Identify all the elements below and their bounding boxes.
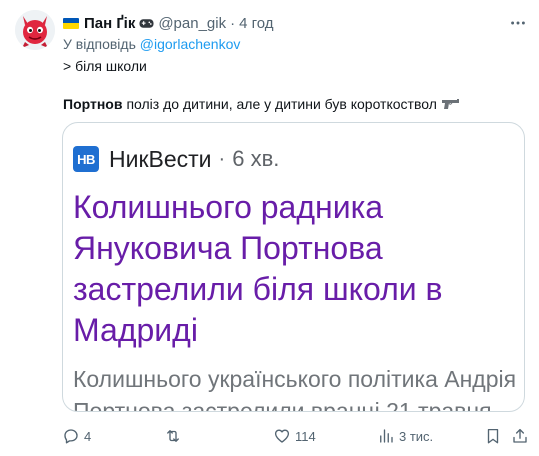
reply-prefix: У відповідь — [63, 36, 136, 52]
heart-icon — [274, 429, 290, 443]
share-icon — [513, 428, 527, 443]
tweet-timestamp[interactable]: 4 год — [239, 15, 273, 32]
views-chart-icon — [380, 429, 393, 443]
link-preview-card[interactable]: НВ НикВести · 6 хв. Колишнього радника Я… — [62, 122, 525, 412]
like-button[interactable]: 114 — [273, 424, 316, 448]
card-source-name: НикВести — [109, 145, 212, 172]
more-options-button[interactable] — [508, 13, 528, 33]
tweet-header: Пан Ґік @pan_gik · 4 год — [63, 13, 274, 33]
reply-button[interactable]: 4 — [62, 424, 91, 448]
header-separator: · — [230, 14, 236, 32]
more-dots-icon — [511, 21, 525, 25]
author-name[interactable]: Пан Ґік — [84, 15, 135, 32]
nv-logo-icon: НВ — [73, 146, 99, 172]
reply-icon — [64, 429, 78, 444]
bookmark-button[interactable] — [484, 424, 502, 448]
bookmark-icon — [487, 428, 499, 444]
views-button[interactable]: 3 тис. — [377, 424, 433, 448]
card-headline[interactable]: Колишнього радника Януковича Портнова за… — [73, 187, 523, 351]
retweet-button[interactable] — [164, 424, 186, 448]
reply-context: У відповідь @igorlachenkov — [63, 36, 240, 52]
share-button[interactable] — [511, 424, 529, 448]
like-count: 114 — [295, 428, 316, 444]
tweet-text: Портнов поліз до дитини, але у дитини бу… — [63, 96, 461, 112]
author-handle[interactable]: @pan_gik — [158, 15, 226, 32]
tweet-text-body: поліз до дитини, але у дитини був коротк… — [126, 96, 437, 112]
gamepad-icon — [139, 18, 154, 28]
retweet-icon — [167, 430, 179, 442]
tweet-text-bold: Портнов — [63, 96, 123, 112]
tweet: Пан Ґік @pan_gik · 4 год У відповідь @ig… — [0, 0, 539, 456]
tweet-actions: 4 114 3 тис. — [0, 424, 539, 448]
views-count: 3 тис. — [399, 428, 434, 444]
ukraine-flag-icon — [63, 17, 79, 29]
reply-count: 4 — [84, 428, 92, 444]
card-source-separator: · — [218, 147, 226, 170]
card-source-row: НВ НикВести · 6 хв. — [73, 145, 523, 173]
tweet-text-quote: > біля школи — [63, 58, 147, 74]
pistol-icon — [441, 99, 459, 109]
card-source-time: 6 хв. — [232, 146, 280, 171]
devil-avatar-icon — [15, 10, 55, 50]
card-snippet: Колишнього українського політика Андрія … — [73, 366, 518, 412]
reply-mention-link[interactable]: @igorlachenkov — [140, 36, 241, 52]
avatar[interactable] — [15, 10, 55, 50]
